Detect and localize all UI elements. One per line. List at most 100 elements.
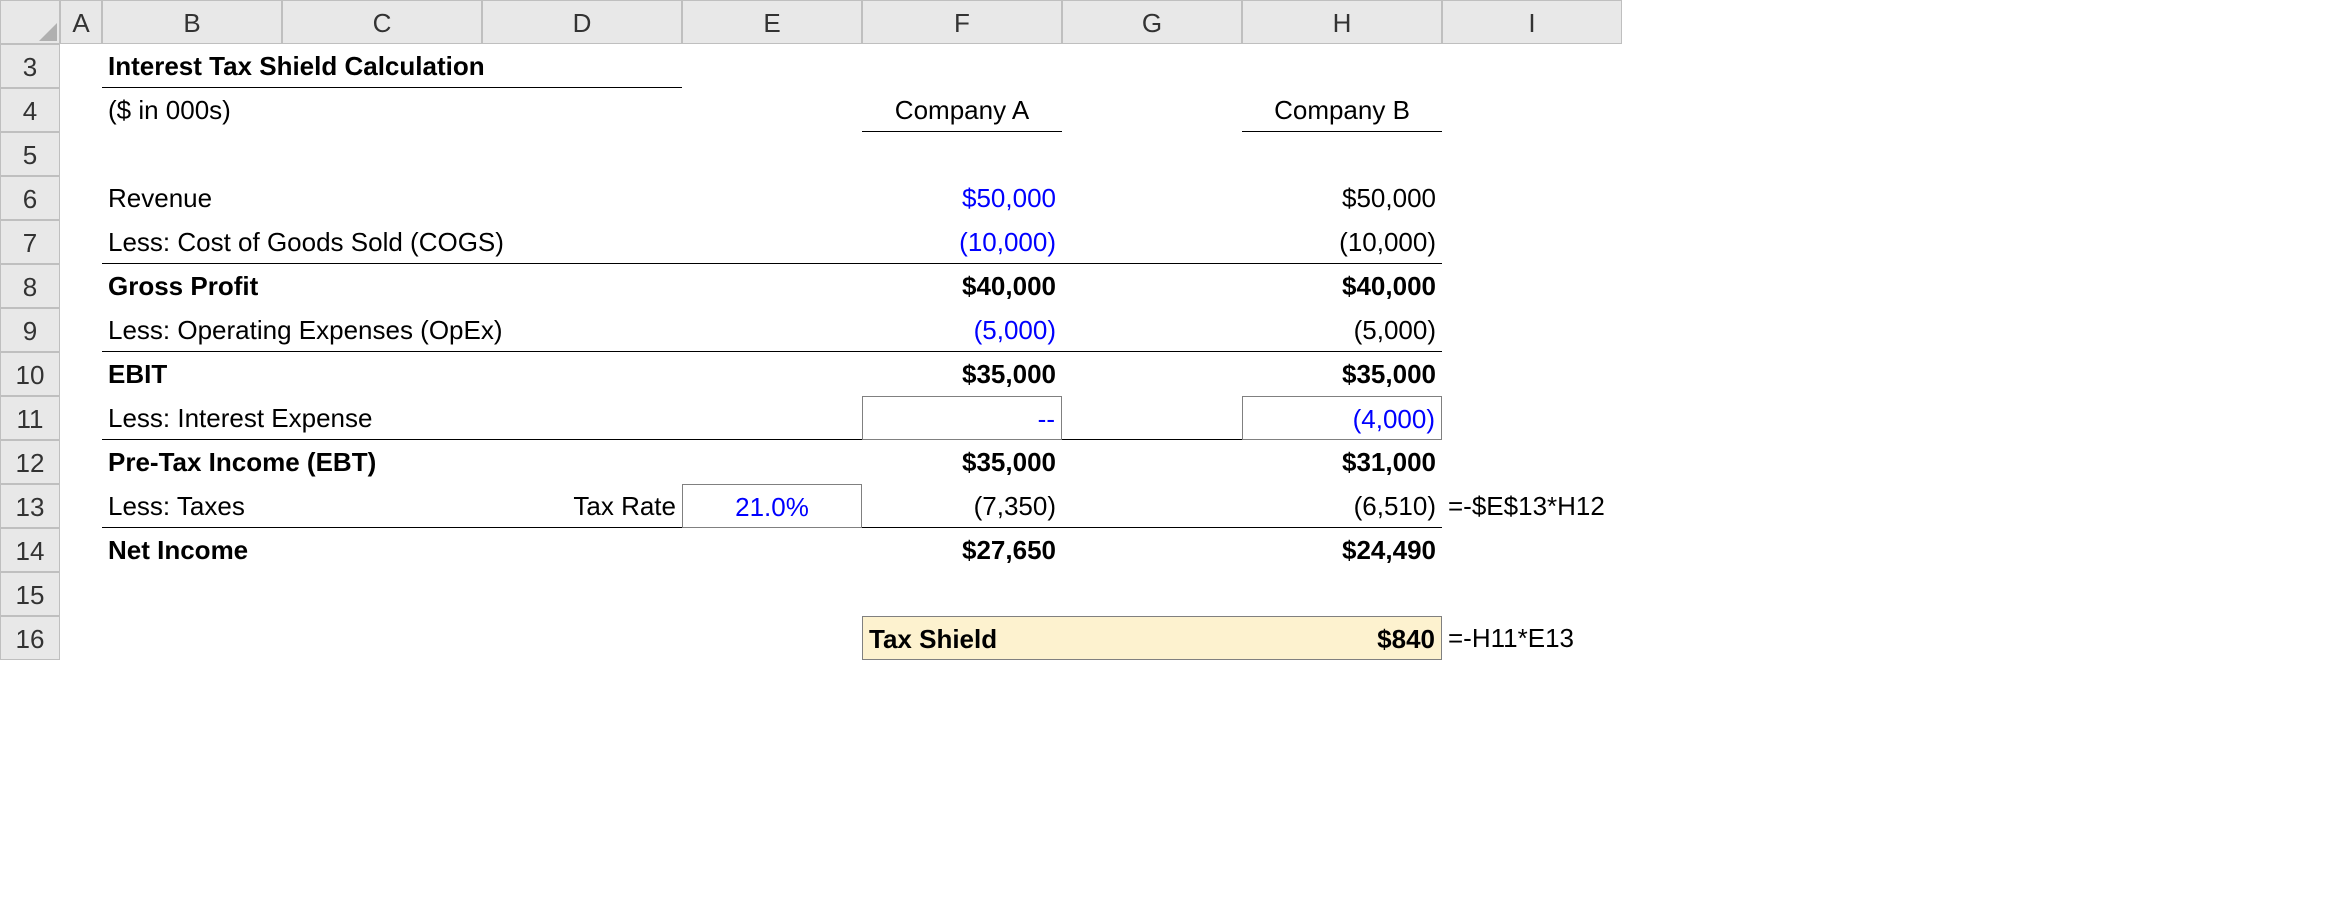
col-header-B[interactable]: B: [102, 0, 282, 44]
row-header-16[interactable]: 16: [0, 616, 60, 660]
cell-H14[interactable]: $24,490: [1242, 528, 1442, 572]
cell-F11[interactable]: --: [862, 396, 1062, 440]
cell-H9[interactable]: (5,000): [1242, 308, 1442, 352]
cell-F6[interactable]: $50,000: [862, 176, 1062, 220]
cell-B4[interactable]: ($ in 000s): [102, 88, 682, 132]
cell-C15[interactable]: [282, 572, 482, 616]
col-header-F[interactable]: F: [862, 0, 1062, 44]
cell-G11[interactable]: [1062, 396, 1242, 440]
col-header-A[interactable]: A: [60, 0, 102, 44]
cell-I3[interactable]: [1442, 44, 1622, 88]
col-header-E[interactable]: E: [682, 0, 862, 44]
row-header-4[interactable]: 4: [0, 88, 60, 132]
row-header-15[interactable]: 15: [0, 572, 60, 616]
cell-G6[interactable]: [1062, 176, 1242, 220]
row-header-7[interactable]: 7: [0, 220, 60, 264]
cell-A12[interactable]: [60, 440, 102, 484]
cell-F7[interactable]: (10,000): [862, 220, 1062, 264]
cell-C13[interactable]: [282, 484, 482, 528]
cell-A11[interactable]: [60, 396, 102, 440]
cell-A7[interactable]: [60, 220, 102, 264]
cell-I8[interactable]: [1442, 264, 1622, 308]
cell-F16[interactable]: Tax Shield: [862, 616, 1242, 660]
cell-E13[interactable]: 21.0%: [682, 484, 862, 528]
cell-A13[interactable]: [60, 484, 102, 528]
cell-G7[interactable]: [1062, 220, 1242, 264]
cell-E14[interactable]: [682, 528, 862, 572]
cell-A4[interactable]: [60, 88, 102, 132]
cell-I14[interactable]: [1442, 528, 1622, 572]
cell-B12[interactable]: Pre-Tax Income (EBT): [102, 440, 682, 484]
cell-F15[interactable]: [862, 572, 1062, 616]
cell-I12[interactable]: [1442, 440, 1622, 484]
row-header-9[interactable]: 9: [0, 308, 60, 352]
col-header-G[interactable]: G: [1062, 0, 1242, 44]
cell-H16[interactable]: $840: [1242, 616, 1442, 660]
cell-B9[interactable]: Less: Operating Expenses (OpEx): [102, 308, 682, 352]
cell-H13[interactable]: (6,510): [1242, 484, 1442, 528]
cell-G10[interactable]: [1062, 352, 1242, 396]
cell-H12[interactable]: $31,000: [1242, 440, 1442, 484]
cell-I16[interactable]: =-H11*E13: [1442, 616, 1622, 660]
cell-E15[interactable]: [682, 572, 862, 616]
cell-D16[interactable]: [482, 616, 682, 660]
cell-G3[interactable]: [1062, 44, 1242, 88]
cell-H8[interactable]: $40,000: [1242, 264, 1442, 308]
cell-G15[interactable]: [1062, 572, 1242, 616]
cell-G13[interactable]: [1062, 484, 1242, 528]
cell-B13[interactable]: Less: Taxes: [102, 484, 282, 528]
row-header-13[interactable]: 13: [0, 484, 60, 528]
cell-G12[interactable]: [1062, 440, 1242, 484]
cell-B3[interactable]: Interest Tax Shield Calculation: [102, 44, 682, 88]
cell-C5[interactable]: [282, 132, 482, 176]
cell-E11[interactable]: [682, 396, 862, 440]
cell-B15[interactable]: [102, 572, 282, 616]
cell-D13[interactable]: Tax Rate: [482, 484, 682, 528]
cell-A9[interactable]: [60, 308, 102, 352]
row-header-10[interactable]: 10: [0, 352, 60, 396]
cell-E7[interactable]: [682, 220, 862, 264]
row-header-14[interactable]: 14: [0, 528, 60, 572]
row-header-11[interactable]: 11: [0, 396, 60, 440]
cell-B10[interactable]: EBIT: [102, 352, 682, 396]
cell-E5[interactable]: [682, 132, 862, 176]
cell-A15[interactable]: [60, 572, 102, 616]
row-header-12[interactable]: 12: [0, 440, 60, 484]
cell-B8[interactable]: Gross Profit: [102, 264, 682, 308]
cell-G5[interactable]: [1062, 132, 1242, 176]
cell-I10[interactable]: [1442, 352, 1622, 396]
cell-B7[interactable]: Less: Cost of Goods Sold (COGS): [102, 220, 682, 264]
cell-I6[interactable]: [1442, 176, 1622, 220]
cell-E9[interactable]: [682, 308, 862, 352]
col-header-C[interactable]: C: [282, 0, 482, 44]
cell-B5[interactable]: [102, 132, 282, 176]
cell-A3[interactable]: [60, 44, 102, 88]
cell-E3[interactable]: [682, 44, 862, 88]
cell-F13[interactable]: (7,350): [862, 484, 1062, 528]
row-header-3[interactable]: 3: [0, 44, 60, 88]
cell-F12[interactable]: $35,000: [862, 440, 1062, 484]
cell-H10[interactable]: $35,000: [1242, 352, 1442, 396]
cell-E12[interactable]: [682, 440, 862, 484]
cell-G4[interactable]: [1062, 88, 1242, 132]
cell-E10[interactable]: [682, 352, 862, 396]
cell-E16[interactable]: [682, 616, 862, 660]
cell-A16[interactable]: [60, 616, 102, 660]
cell-I7[interactable]: [1442, 220, 1622, 264]
cell-A14[interactable]: [60, 528, 102, 572]
cell-E8[interactable]: [682, 264, 862, 308]
cell-F9[interactable]: (5,000): [862, 308, 1062, 352]
cell-A6[interactable]: [60, 176, 102, 220]
cell-E4[interactable]: [682, 88, 862, 132]
cell-H5[interactable]: [1242, 132, 1442, 176]
cell-B14[interactable]: Net Income: [102, 528, 682, 572]
col-header-H[interactable]: H: [1242, 0, 1442, 44]
cell-F14[interactable]: $27,650: [862, 528, 1062, 572]
cell-H15[interactable]: [1242, 572, 1442, 616]
cell-I15[interactable]: [1442, 572, 1622, 616]
cell-H4[interactable]: Company B: [1242, 88, 1442, 132]
cell-F8[interactable]: $40,000: [862, 264, 1062, 308]
row-header-6[interactable]: 6: [0, 176, 60, 220]
cell-E6[interactable]: [682, 176, 862, 220]
cell-H7[interactable]: (10,000): [1242, 220, 1442, 264]
